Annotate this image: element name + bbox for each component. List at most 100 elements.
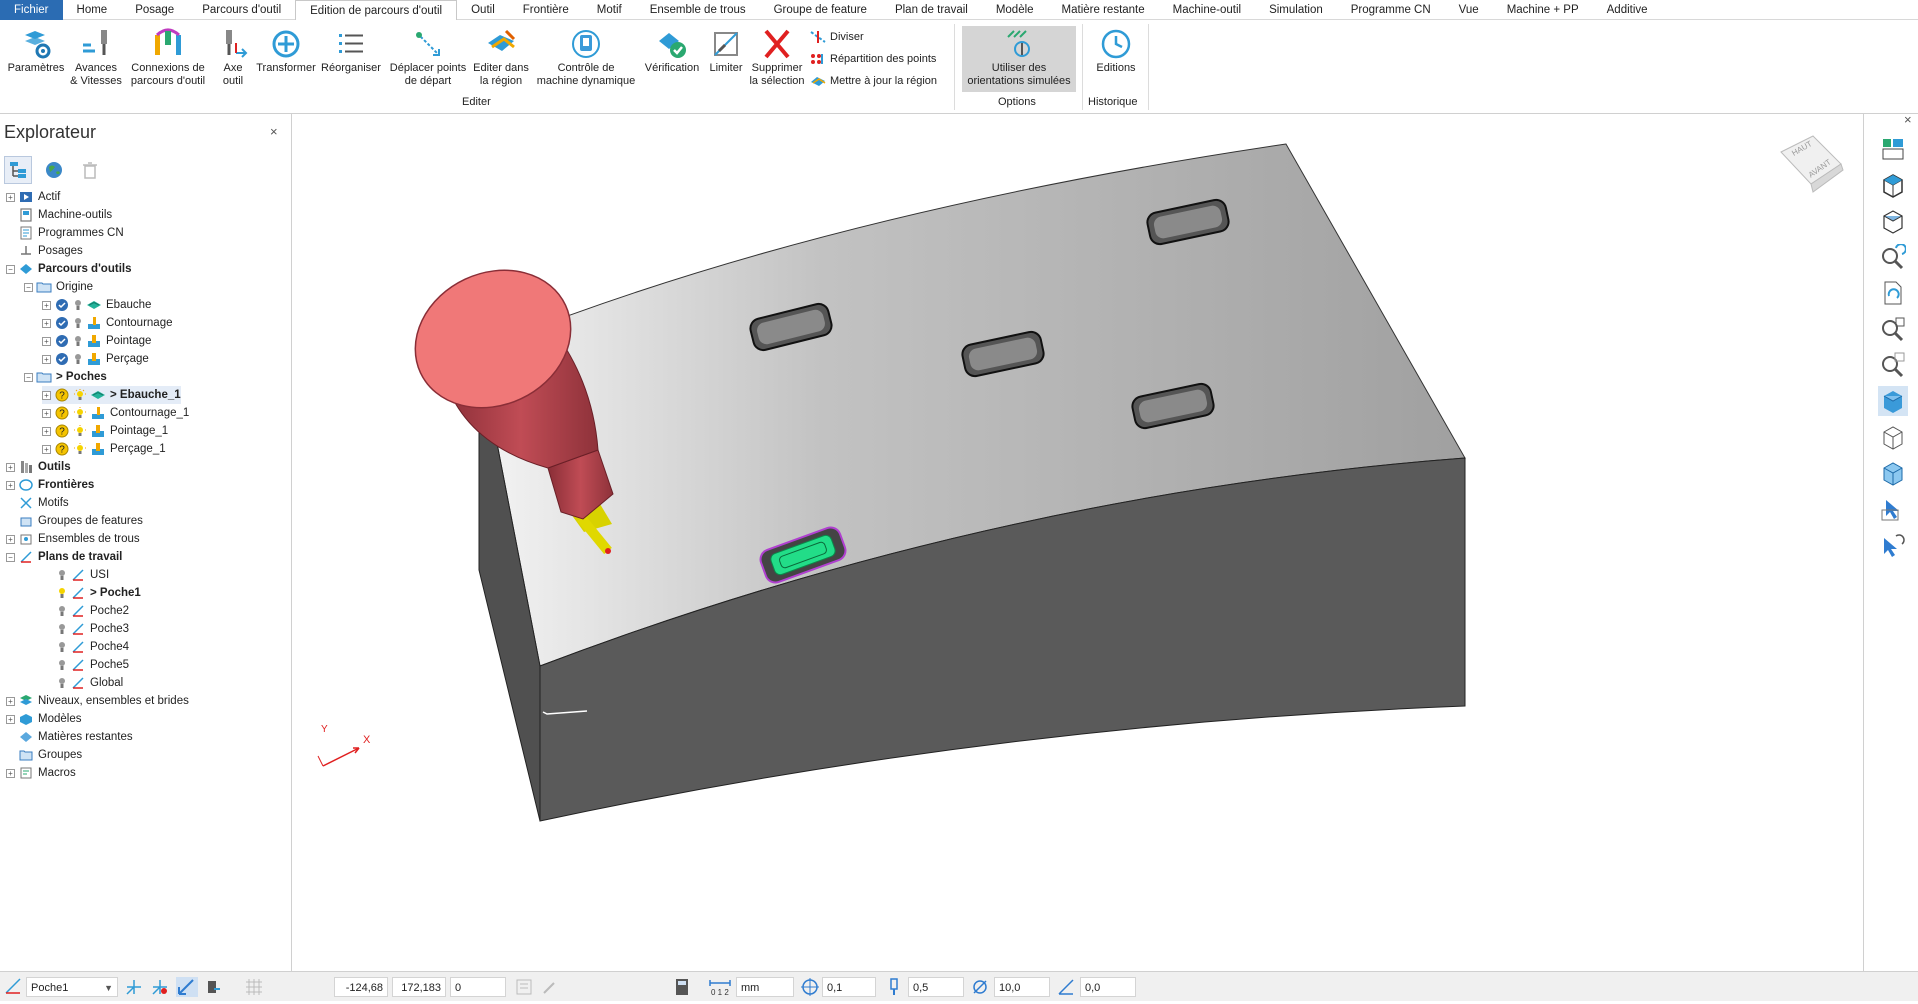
tree-item-outils[interactable]: + Outils — [6, 458, 71, 476]
tree-item-programmes-cn[interactable]: Programmes CN — [6, 224, 124, 242]
tree-item-posages[interactable]: Posages — [6, 242, 83, 260]
calculator-icon[interactable] — [672, 977, 692, 997]
zoom-fit-button[interactable] — [1878, 314, 1908, 344]
tree-workplane-poche5[interactable]: Poche5 — [58, 656, 129, 674]
tree-workplane-poche3[interactable]: Poche3 — [58, 620, 129, 638]
stepover-field[interactable]: 0,5 — [908, 977, 964, 997]
view-cube[interactable]: HAUT AVANT — [1773, 130, 1849, 200]
tree-item-actif[interactable]: + Actif — [6, 188, 60, 206]
tree-item-frontieres[interactable]: + Frontières — [6, 476, 94, 494]
tree-item-matieres-restantes[interactable]: Matières restantes — [6, 728, 133, 746]
tree-item-niveaux[interactable]: + Niveaux, ensembles et brides — [6, 692, 189, 710]
viewport-close-button[interactable]: × — [1904, 112, 1912, 127]
menu-tab-modele[interactable]: Modèle — [982, 0, 1048, 20]
tree-workplane-poche1[interactable]: > Poche1 — [58, 584, 141, 602]
repartition-points-button[interactable]: Répartition des points — [810, 52, 936, 66]
undo-select-button[interactable] — [1878, 530, 1908, 560]
menu-tab-home[interactable]: Home — [63, 0, 122, 20]
tree-workplane-usi[interactable]: USI — [58, 566, 109, 584]
menu-tab-vue[interactable]: Vue — [1445, 0, 1493, 20]
tree-toolpath-percage[interactable]: + Perçage — [42, 350, 149, 368]
tree-toolpath-percage-1[interactable]: +? Perçage_1 — [42, 440, 166, 458]
grid-icon[interactable] — [244, 977, 264, 997]
explorer-tree-tab[interactable] — [4, 156, 32, 184]
reorganiser-button[interactable]: Réorganiser — [318, 26, 384, 75]
tree-item-groupes-features[interactable]: Groupes de features — [6, 512, 143, 530]
iso-view-button[interactable] — [1878, 170, 1908, 200]
tree-workplane-global[interactable]: Global — [58, 674, 123, 692]
coord-x-field[interactable]: -124,68 — [334, 977, 388, 997]
menu-tab-matiere-restante[interactable]: Matière restante — [1048, 0, 1159, 20]
tree-item-plans-travail[interactable]: − Plans de travail — [6, 548, 122, 566]
menu-tab-edition-parcours[interactable]: Edition de parcours d'outil — [295, 0, 458, 21]
parametres-button[interactable]: Paramètres — [4, 26, 68, 75]
controle-machine-button[interactable]: Contrôle de machine dynamique — [532, 26, 640, 87]
diviser-button[interactable]: Diviser — [810, 30, 864, 44]
tree-workplane-poche4[interactable]: Poche4 — [58, 638, 129, 656]
wireframe-view-button[interactable] — [1878, 422, 1908, 452]
zoom-refresh-button[interactable] — [1878, 242, 1908, 272]
graphics-viewport[interactable]: X Y HAUT AVANT — [293, 114, 1863, 971]
refresh-page-button[interactable] — [1878, 278, 1908, 308]
units-field[interactable]: mm — [736, 977, 794, 997]
workplane-tool-3-icon[interactable] — [176, 977, 198, 997]
tree-item-macros[interactable]: + Macros — [6, 764, 76, 782]
select-button[interactable] — [1878, 494, 1908, 524]
tree-item-modeles[interactable]: + Modèles — [6, 710, 81, 728]
tree-item-ensembles-trous[interactable]: + Ensembles de trous — [6, 530, 140, 548]
menu-tab-ensemble-trous[interactable]: Ensemble de trous — [636, 0, 760, 20]
menu-tab-machine-pp[interactable]: Machine + PP — [1493, 0, 1593, 20]
diameter-field[interactable]: 10,0 — [994, 977, 1050, 997]
workplane-tool-2-icon[interactable] — [150, 977, 170, 997]
axe-outil-button[interactable]: Axe outil — [212, 26, 254, 87]
tree-item-motifs[interactable]: Motifs — [6, 494, 69, 512]
coord-z-field[interactable]: 0 — [450, 977, 506, 997]
units-icon[interactable]: 0 1 2 — [708, 977, 732, 997]
explorer-trash-tab[interactable] — [76, 156, 104, 184]
angle-field[interactable]: 0,0 — [1080, 977, 1136, 997]
menu-tab-groupe-feature[interactable]: Groupe de feature — [760, 0, 881, 20]
menu-tab-motif[interactable]: Motif — [583, 0, 636, 20]
tree-toolpath-ebauche-1[interactable]: +? > Ebauche_1 — [42, 386, 181, 404]
tree-folder-poches[interactable]: − > Poches — [24, 368, 107, 386]
limiter-button[interactable]: Limiter — [704, 26, 748, 75]
editions-button[interactable]: Editions — [1088, 26, 1144, 75]
deplacer-points-button[interactable]: Déplacer points de départ — [386, 26, 470, 87]
menu-tab-programme-cn[interactable]: Programme CN — [1337, 0, 1445, 20]
tree-item-groupes[interactable]: Groupes — [6, 746, 82, 764]
tree-folder-origine[interactable]: − Origine — [24, 278, 93, 296]
shaded-view-button[interactable] — [1878, 386, 1908, 416]
workplane-tool-4-icon[interactable] — [204, 977, 224, 997]
menu-tab-outil[interactable]: Outil — [457, 0, 509, 20]
snap-icon[interactable] — [514, 977, 534, 997]
view-from-top-button[interactable] — [1878, 206, 1908, 236]
menu-tab-machine-outil[interactable]: Machine-outil — [1159, 0, 1255, 20]
transparent-view-button[interactable] — [1878, 458, 1908, 488]
zoom-box-button[interactable] — [1878, 350, 1908, 380]
tree-item-machine-outils[interactable]: Machine-outils — [6, 206, 112, 224]
explorer-close-button[interactable]: × — [270, 124, 278, 139]
coord-y-field[interactable]: 172,183 — [392, 977, 446, 997]
explorer-globe-tab[interactable] — [40, 156, 68, 184]
verification-button[interactable]: Vérification — [640, 26, 704, 75]
menu-tab-parcours[interactable]: Parcours d'outil — [188, 0, 295, 20]
utiliser-orientations-toggle[interactable]: Utiliser des orientations simulées — [962, 26, 1076, 92]
menu-tab-simulation[interactable]: Simulation — [1255, 0, 1337, 20]
view-button[interactable] — [1878, 134, 1908, 164]
tree-workplane-poche2[interactable]: Poche2 — [58, 602, 129, 620]
tree-toolpath-ebauche[interactable]: + Ebauche — [42, 296, 151, 314]
mettre-a-jour-region-button[interactable]: Mettre à jour la région — [810, 74, 937, 88]
avances-vitesses-button[interactable]: Avances & Vitesses — [68, 26, 124, 87]
editer-region-button[interactable]: Editer dans la région — [470, 26, 532, 87]
tree-toolpath-pointage[interactable]: + Pointage — [42, 332, 151, 350]
connexions-button[interactable]: Connexions de parcours d'outil — [126, 26, 210, 87]
workplane-select[interactable]: Poche1 ▼ — [26, 977, 118, 997]
pick-icon[interactable] — [540, 977, 560, 997]
workplane-tool-1-icon[interactable] — [124, 977, 144, 997]
menu-tab-fichier[interactable]: Fichier — [0, 0, 63, 20]
menu-tab-frontiere[interactable]: Frontière — [509, 0, 583, 20]
tree-toolpath-contournage-1[interactable]: +? Contournage_1 — [42, 404, 189, 422]
tree-toolpath-pointage-1[interactable]: +? Pointage_1 — [42, 422, 168, 440]
tolerance-field[interactable]: 0,1 — [822, 977, 876, 997]
menu-tab-additive[interactable]: Additive — [1593, 0, 1662, 20]
